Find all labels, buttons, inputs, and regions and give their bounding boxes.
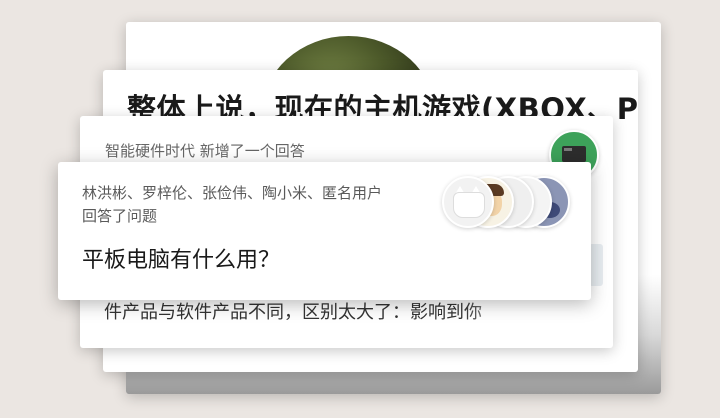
question-title[interactable]: 平板电脑有什么用？ [82,242,280,274]
answer-excerpt[interactable]: 件产品与软件产品不同，区别太大了：影响到你 [104,298,524,324]
image-placeholder [589,244,603,286]
answer-meta-text: 智能硬件时代 新增了一个回答 [105,142,305,160]
answer-action-text: 回答了问题 [82,207,158,225]
question-feed-card[interactable]: 林洪彬、罗梓伦、张俭伟、陶小米、匿名用户 回答了问题 平板电脑有什么用？ [58,162,591,300]
cat-avatar-icon [442,176,494,228]
answerer-avatar-stack[interactable] [442,176,572,228]
screen-bar [564,148,572,151]
answerer-names: 林洪彬、罗梓伦、张俭伟、陶小米、匿名用户 [82,184,383,202]
cat-head [453,192,485,218]
